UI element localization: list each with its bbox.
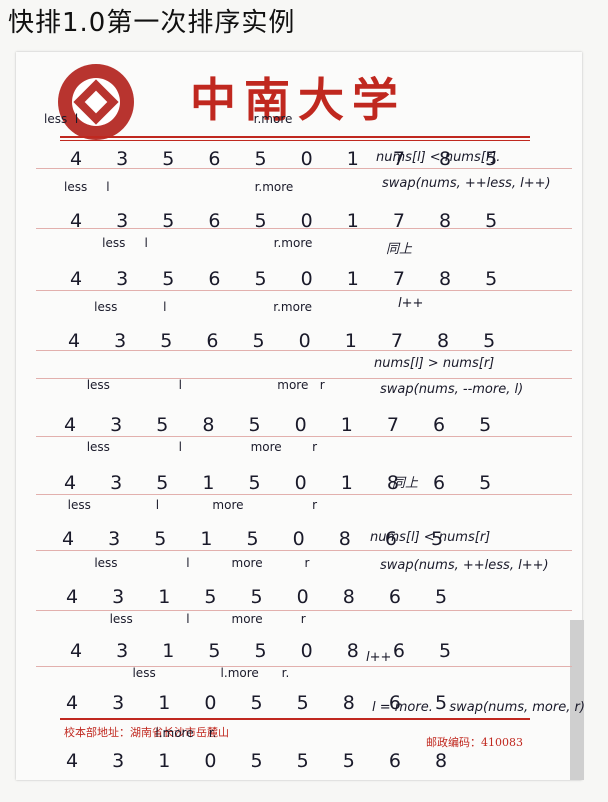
step-note: 同上 xyxy=(392,476,419,491)
ruled-line xyxy=(36,494,572,495)
array-row: 4 3 5 6 5 0 1 7 8 5 xyxy=(68,330,510,352)
pointer-row: less l r.more xyxy=(64,180,294,194)
step-note: l++ xyxy=(366,650,392,665)
footer-postcode: 邮政编码：410083 xyxy=(426,736,523,749)
ruled-line xyxy=(36,610,572,611)
header-red-line xyxy=(60,136,530,138)
step-note: nums[l] > nums[r] xyxy=(374,356,495,371)
ruled-line xyxy=(36,436,572,437)
array-row: 4 3 5 6 5 0 1 7 8 5 xyxy=(70,210,512,232)
step-note: l++ xyxy=(398,296,424,311)
pointer-row: less l more r xyxy=(60,612,306,626)
pointer-row: less l more r xyxy=(60,498,318,512)
pointer-row: l.more r. xyxy=(60,726,217,740)
step-note: nums[l] < nums[r] xyxy=(370,530,491,545)
array-row: 4 3 5 8 5 0 1 7 6 5 xyxy=(64,414,506,436)
ruled-line xyxy=(36,290,572,291)
pointer-row: less l more r xyxy=(60,556,310,570)
pointer-row: less l r.more xyxy=(56,300,313,314)
array-row: 4 3 1 0 5 5 5 6 8 xyxy=(66,750,462,772)
ruled-line xyxy=(36,550,572,551)
step-note: 同上 xyxy=(386,242,413,257)
step-note: nums[l] < nums[r]. xyxy=(376,150,501,165)
step-note: swap(nums, ++less, l++) xyxy=(382,176,551,191)
university-seal-logo xyxy=(58,64,134,140)
array-row: 4 3 1 5 5 0 8 6 5 xyxy=(70,640,466,662)
header-red-line-thin xyxy=(60,140,530,141)
pointer-row: less l r.more xyxy=(64,236,313,250)
pointer-row: less l r.more xyxy=(44,112,293,126)
step-note: l = more. swap(nums, more, r) xyxy=(372,700,585,715)
step-note: swap(nums, --more, l) xyxy=(380,382,524,397)
array-row: 4 3 5 1 5 0 1 8 6 5 xyxy=(64,472,506,494)
step-note: swap(nums, ++less, l++) xyxy=(380,558,549,573)
pointer-row: less l more r xyxy=(60,378,325,392)
pointer-row: less l.more r. xyxy=(60,666,290,680)
array-row: 4 3 5 6 5 0 1 7 8 5 xyxy=(70,268,512,290)
pointer-row: less l more r xyxy=(60,440,318,454)
footer-red-line xyxy=(60,718,530,720)
array-row: 4 3 1 5 5 0 8 6 5 xyxy=(66,586,462,608)
page-title: 快排1.0第一次排序实例 xyxy=(8,8,296,38)
